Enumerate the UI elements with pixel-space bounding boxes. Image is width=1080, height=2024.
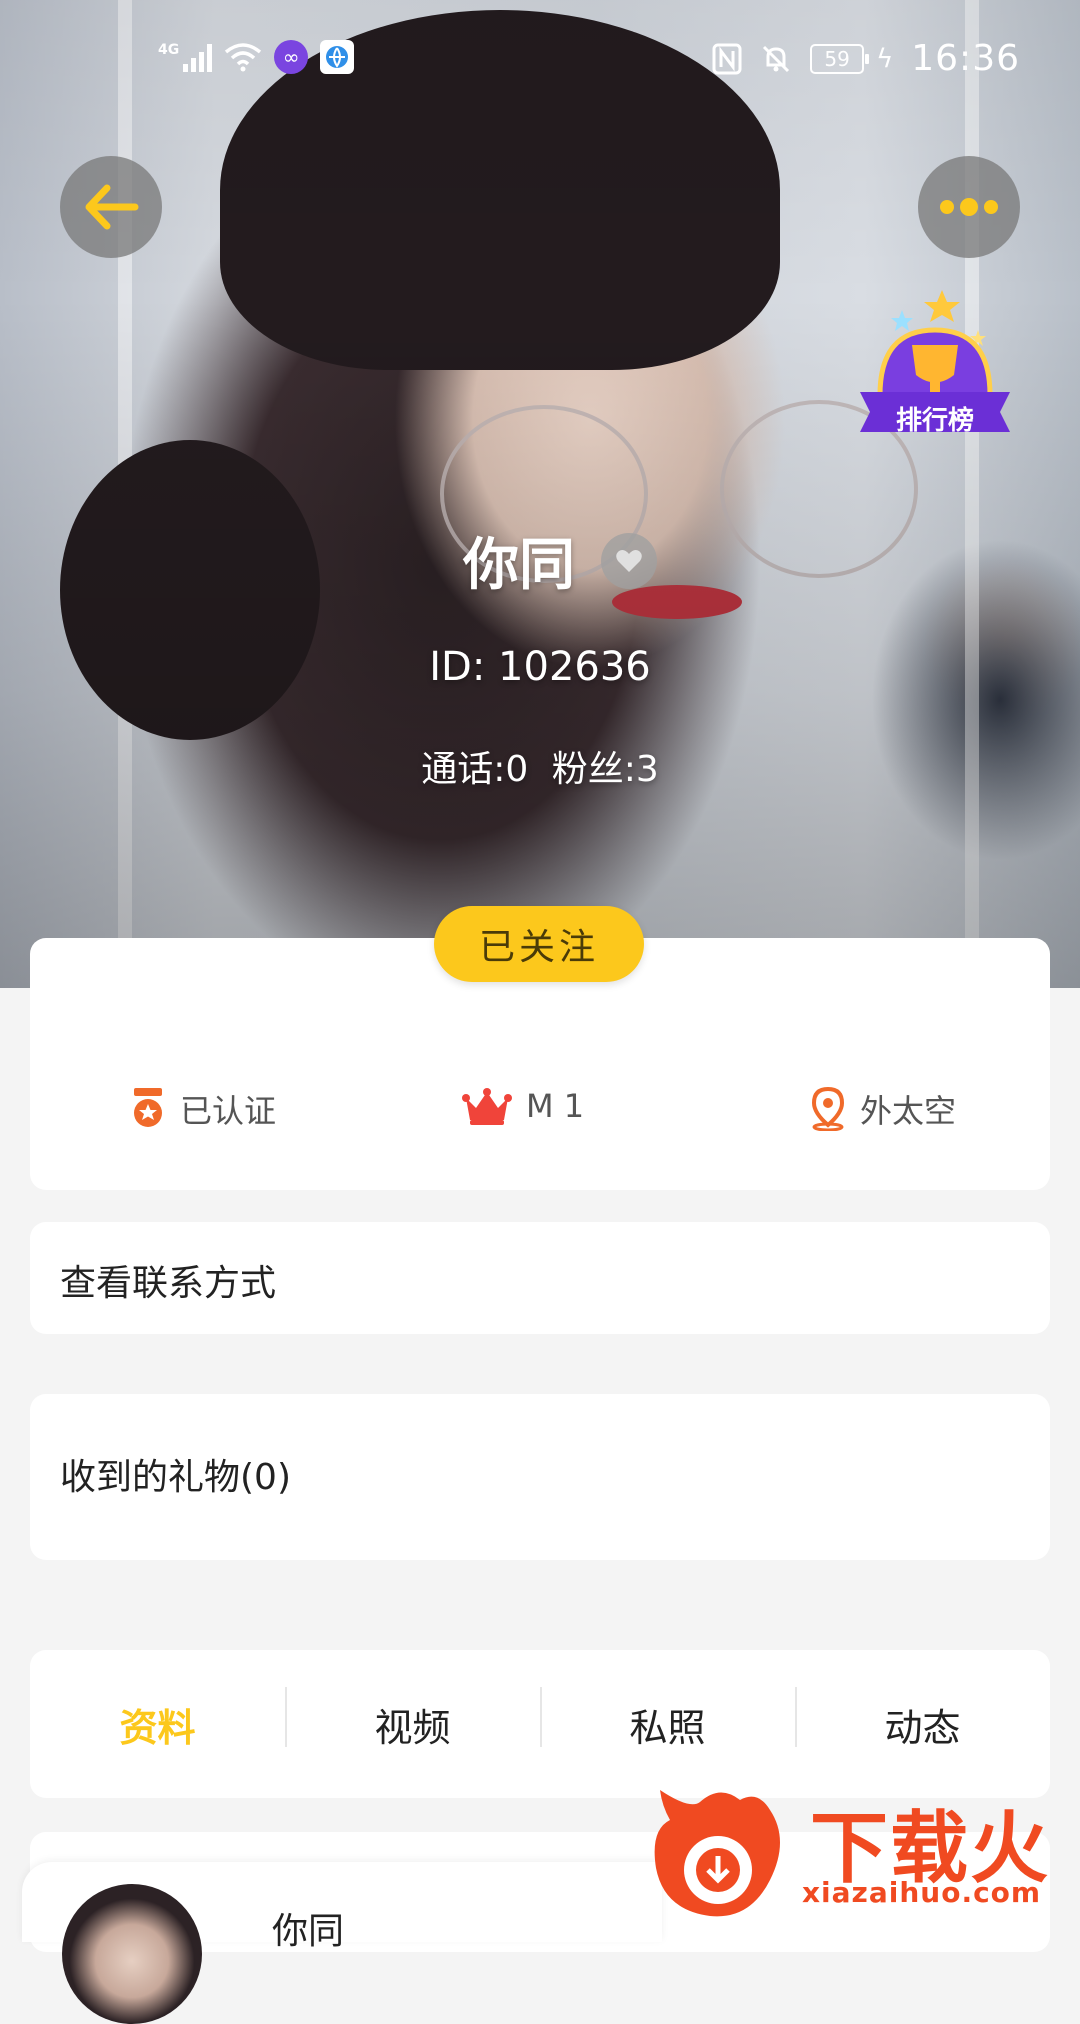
ranking-badge[interactable]: 排行榜	[850, 290, 1020, 465]
battery-icon: 59	[810, 43, 870, 74]
profile-cover-photo	[0, 0, 1080, 988]
location-tag: 外太空	[810, 1086, 956, 1132]
network-type: 4G	[158, 42, 180, 58]
name-row: 你同	[0, 520, 1080, 601]
received-gifts-label: 收到的礼物(0)	[60, 1457, 291, 1498]
app-notification-icon: ∞	[274, 40, 309, 74]
user-id: ID: 102636	[429, 644, 651, 690]
tab-moments[interactable]: 动态	[795, 1686, 1050, 1752]
view-contact-label: 查看联系方式	[60, 1263, 277, 1304]
verified-label: 已认证	[180, 1092, 277, 1130]
level-tag: M 1	[462, 1086, 584, 1126]
mute-bell-icon	[763, 45, 790, 72]
wifi-icon	[225, 43, 262, 72]
verified-tag: 已认证	[130, 1086, 276, 1132]
clock: 16:36	[911, 38, 1020, 79]
favorite-button[interactable]	[601, 532, 657, 589]
nfc-icon	[712, 43, 742, 74]
status-left-group: 4G ∞	[158, 40, 355, 74]
avatar	[62, 1884, 202, 2024]
back-arrow-icon	[85, 184, 139, 230]
browser-notification-icon	[320, 40, 355, 74]
medal-icon	[134, 1088, 162, 1127]
received-gifts-card[interactable]: 收到的礼物(0)	[30, 1394, 1050, 1560]
profile-tabs: 资料 视频 私照 动态	[30, 1650, 1050, 1798]
charging-icon: ϟ	[876, 43, 894, 74]
ranking-badge-label: 排行榜	[895, 406, 974, 436]
back-button[interactable]	[60, 156, 162, 258]
level-label: M 1	[526, 1087, 585, 1125]
watermark-url: xiazaihuo.com	[802, 1876, 1042, 1909]
status-bar: 4G ∞ 59 ϟ 16:36	[0, 0, 1080, 120]
fans-count: 粉丝:3	[551, 749, 659, 790]
location-pin-icon	[811, 1087, 845, 1131]
trophy-icon	[860, 290, 1010, 432]
tab-videos[interactable]: 视频	[285, 1686, 540, 1752]
calls-count: 通话:0	[421, 749, 529, 790]
flame-logo-icon	[654, 1790, 780, 1917]
user-stats: 通话:0 粉丝:3	[0, 740, 1080, 792]
follow-button[interactable]: 已关注	[434, 906, 644, 982]
photo-shade-overlay	[0, 0, 1080, 988]
heart-icon	[616, 549, 642, 572]
crown-icon	[462, 1088, 512, 1125]
view-contact-card[interactable]: 查看联系方式	[30, 1222, 1050, 1334]
more-dots-icon	[940, 198, 998, 216]
location-label: 外太空	[860, 1092, 957, 1130]
content-user-row[interactable]: 你同	[22, 1862, 662, 2024]
tab-private-photos[interactable]: 私照	[540, 1686, 795, 1752]
tag-row: 已认证 M 1 外太空	[30, 1086, 1050, 1146]
tab-profile-info[interactable]: 资料	[30, 1697, 285, 1752]
status-right-group: 59 ϟ 16:36	[712, 38, 1020, 79]
content-user-name: 你同	[272, 1911, 345, 1952]
site-watermark: 下载火 xiazaihuo.com	[640, 1780, 1080, 1920]
signal-icon	[183, 42, 213, 72]
user-name: 你同	[463, 533, 575, 598]
more-options-button[interactable]	[918, 156, 1020, 258]
